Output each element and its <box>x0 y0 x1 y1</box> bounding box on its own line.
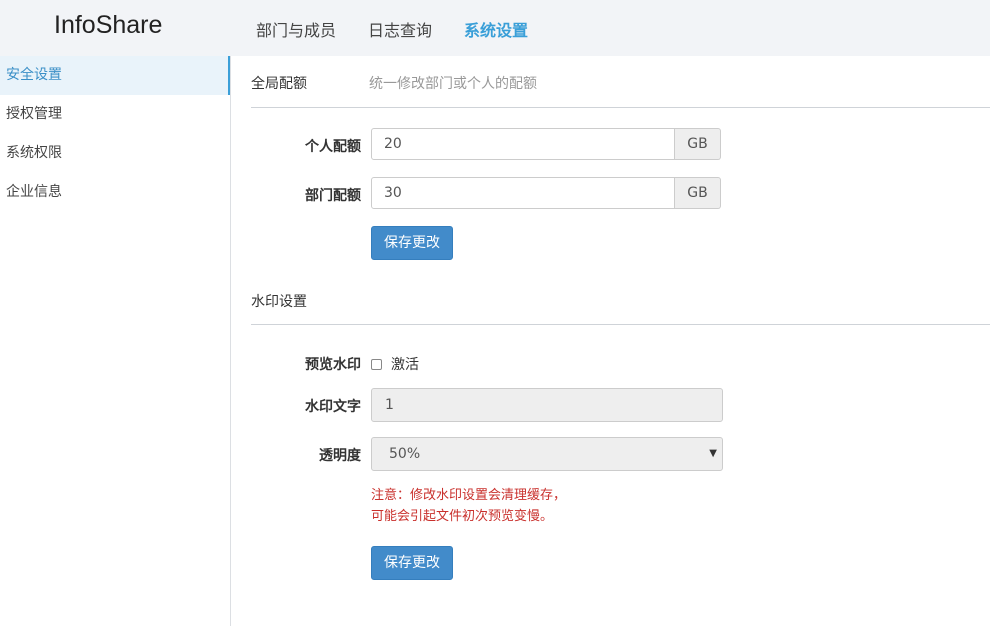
watermark-warning-note: 注意：修改水印设置会清理缓存， 可能会引起文件初次预览变慢。 <box>371 485 566 527</box>
sidebar-item-authorization[interactable]: 授权管理 <box>0 95 230 134</box>
app-logo[interactable]: InfoShare <box>54 11 162 40</box>
watermark-section-title: 水印设置 <box>251 294 307 310</box>
save-quota-button[interactable]: 保存更改 <box>371 226 453 260</box>
nav-item-logs[interactable]: 日志查询 <box>368 17 432 41</box>
warning-note-line: 可能会引起文件初次预览变慢。 <box>371 509 554 524</box>
main-nav: 部门与成员 日志查询 系统设置 <box>256 17 560 41</box>
preview-watermark-label: 预览水印 <box>305 357 361 373</box>
department-quota-input[interactable]: 30 <box>371 177 675 209</box>
department-quota-label: 部门配额 <box>305 188 361 204</box>
opacity-select[interactable]: 50% ▼ <box>371 437 723 471</box>
nav-item-departments[interactable]: 部门与成员 <box>256 17 336 41</box>
sidebar-item-security[interactable]: 安全设置 <box>0 56 230 95</box>
department-quota-group: 30 GB <box>371 177 721 209</box>
activate-checkbox-label[interactable]: 激活 <box>391 354 419 374</box>
save-watermark-button[interactable]: 保存更改 <box>371 546 453 580</box>
personal-quota-input[interactable]: 20 <box>371 128 675 160</box>
caret-down-icon: ▼ <box>709 448 717 459</box>
personal-quota-group: 20 GB <box>371 128 721 160</box>
activate-checkbox-wrap[interactable]: 激活 <box>371 354 419 374</box>
watermark-text-input[interactable]: 1 <box>371 388 723 422</box>
divider <box>251 324 990 325</box>
activate-checkbox[interactable] <box>371 358 382 370</box>
personal-quota-unit: GB <box>675 128 721 160</box>
quota-section-description: 统一修改部门或个人的配额 <box>369 76 537 92</box>
opacity-label: 透明度 <box>319 448 361 464</box>
sidebar: 安全设置 授权管理 系统权限 企业信息 <box>0 56 231 626</box>
department-quota-unit: GB <box>675 177 721 209</box>
main-content: 全局配额 统一修改部门或个人的配额 个人配额 20 GB 部门配额 30 GB … <box>231 56 990 626</box>
quota-section-title: 全局配额 <box>251 76 307 92</box>
sidebar-item-company-info[interactable]: 企业信息 <box>0 173 230 212</box>
warning-note-line: 注意：修改水印设置会清理缓存， <box>371 488 567 503</box>
divider <box>251 107 990 108</box>
nav-item-system-settings[interactable]: 系统设置 <box>464 17 528 41</box>
sidebar-item-permissions[interactable]: 系统权限 <box>0 134 230 173</box>
top-bar: InfoShare 部门与成员 日志查询 系统设置 <box>0 0 990 56</box>
watermark-text-label: 水印文字 <box>305 399 361 415</box>
personal-quota-label: 个人配额 <box>305 139 361 155</box>
opacity-select-value: 50% <box>389 446 421 462</box>
